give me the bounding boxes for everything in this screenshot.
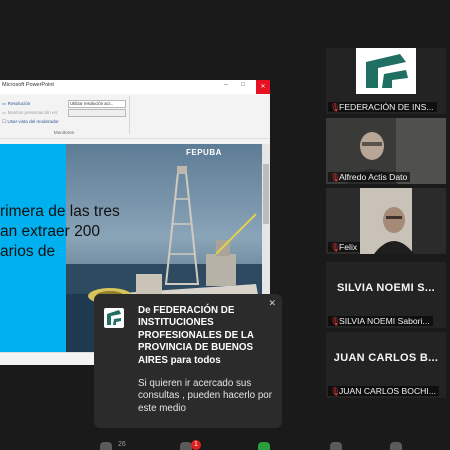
chat-badge: 1 xyxy=(191,440,201,450)
slide-logo: FEPUBA xyxy=(186,148,222,157)
participant-name-label: 🎙SILVIA NOEMI Sabori... xyxy=(328,316,433,326)
checkbox-icon[interactable]: ☐ xyxy=(2,119,6,124)
participant-tile-silvia[interactable]: SILVIA NOEMI S... 🎙SILVIA NOEMI Sabori..… xyxy=(326,262,446,328)
participant-name: Felix xyxy=(339,242,358,252)
minimize-icon[interactable]: – xyxy=(221,82,231,88)
reactions-icon[interactable] xyxy=(390,442,402,450)
ribbon-separator xyxy=(129,96,130,134)
slide-line-2: an extraer 200 xyxy=(0,223,100,240)
chat-notification[interactable]: ✕ De FEDERACIÓN DE INSTITUCIONES PROFESI… xyxy=(94,294,282,428)
presenter-view-row[interactable]: ☐ Usar vista del moderador xyxy=(2,118,59,125)
meeting-toolbar: 26 1 xyxy=(0,440,450,450)
sender-avatar-icon xyxy=(104,308,124,328)
close-icon[interactable]: ✕ xyxy=(256,80,270,94)
resolution-label: Resolución xyxy=(7,101,31,106)
participant-name: JUAN CARLOS BOCHI... xyxy=(339,386,436,396)
ppt-window-title: Microsoft PowerPoint xyxy=(2,82,54,88)
monitors-group: ▭ Resolución Utilizar resolución act... … xyxy=(0,96,128,135)
mic-muted-icon: 🎙 xyxy=(330,103,341,112)
ribbon-group-label: Monitores xyxy=(53,130,75,135)
participant-name: FEDERACIÓN DE INS... xyxy=(339,102,434,112)
participant-name: Alfredo Actis Dato xyxy=(339,172,408,182)
participant-tile-federacion[interactable]: 🎙FEDERACIÓN DE INS... xyxy=(326,48,446,114)
participants-count: 26 xyxy=(118,441,126,448)
show-on-row: ▭ Mostrar presentación en: xyxy=(2,109,58,116)
slide-text: rimera de las tres an extraer 200 arios … xyxy=(0,202,170,262)
ppt-title-bar: Microsoft PowerPoint – □ ✕ xyxy=(0,80,270,95)
participant-display-name: JUAN CARLOS B... xyxy=(333,352,439,364)
participant-name-label: 🎙Felix xyxy=(328,242,361,252)
slide-line-3: arios de xyxy=(0,243,56,260)
mic-muted-icon: 🎙 xyxy=(330,173,341,182)
mic-muted-icon: 🎙 xyxy=(330,243,341,252)
participant-tile-juan-carlos[interactable]: JUAN CARLOS B... 🎙JUAN CARLOS BOCHI... xyxy=(326,332,446,398)
presenter-view-label: Usar vista del moderador xyxy=(7,119,59,124)
participant-display-name: SILVIA NOEMI S... xyxy=(337,282,435,294)
chat-sender: De FEDERACIÓN DE INSTITUCIONES PROFESION… xyxy=(138,305,254,366)
scrollbar-thumb[interactable] xyxy=(263,164,269,224)
monitor-icon: ▭ xyxy=(2,101,7,106)
share-screen-icon[interactable] xyxy=(258,442,270,450)
resolution-row: ▭ Resolución xyxy=(2,100,30,107)
mic-muted-icon: 🎙 xyxy=(330,317,341,326)
show-on-label: Mostrar presentación en: xyxy=(7,110,59,115)
show-on-select[interactable] xyxy=(68,109,126,117)
participant-name-label: 🎙Alfredo Actis Dato xyxy=(328,172,411,182)
record-icon[interactable] xyxy=(330,442,342,450)
participant-name: SILVIA NOEMI Sabori... xyxy=(339,316,430,326)
participant-name-label: 🎙FEDERACIÓN DE INS... xyxy=(328,102,437,112)
chat-message: Si quieren ir acercado sus consultas , p… xyxy=(138,378,272,414)
participant-tile-felix[interactable]: 🎙Felix xyxy=(326,188,446,254)
participant-name-label: 🎙JUAN CARLOS BOCHI... xyxy=(328,386,439,396)
participants-icon[interactable] xyxy=(100,442,112,450)
maximize-icon[interactable]: □ xyxy=(238,82,248,88)
monitor-icon: ▭ xyxy=(2,110,7,115)
slide-line-1: rimera de las tres xyxy=(0,203,120,220)
mic-muted-icon: 🎙 xyxy=(330,387,341,396)
resolution-select[interactable]: Utilizar resolución act... xyxy=(68,100,126,108)
participant-tile-alfredo[interactable]: 🎙Alfredo Actis Dato xyxy=(326,118,446,184)
